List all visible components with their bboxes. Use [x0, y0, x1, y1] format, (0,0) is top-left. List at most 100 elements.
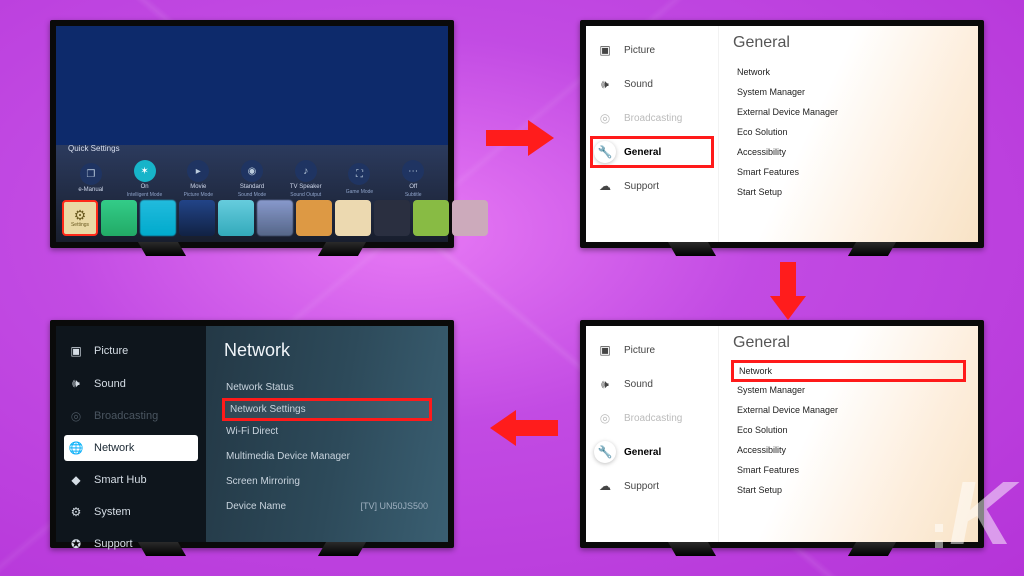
qs-label: Standard	[240, 184, 264, 190]
option-wifi-direct[interactable]: Wi-Fi Direct	[224, 419, 430, 444]
settings-main-panel: General Network System Manager External …	[718, 26, 978, 242]
arrow-left-icon	[490, 410, 558, 446]
option-eco-solution[interactable]: Eco Solution	[733, 420, 964, 440]
gear-icon: ⚙	[68, 505, 84, 519]
option-network-settings-highlighted[interactable]: Network Settings	[224, 400, 430, 419]
qs-item-sound-mode[interactable]: ◉StandardSound Mode	[229, 160, 275, 198]
qs-label: e-Manual	[78, 187, 103, 193]
broadcast-icon: ◎	[594, 107, 616, 129]
option-accessibility[interactable]: Accessibility	[733, 440, 964, 460]
qs-item-picture-mode[interactable]: ▸MoviePicture Mode	[175, 160, 221, 198]
broadcast-icon: ◎	[68, 409, 84, 423]
broadcast-icon: ◎	[594, 407, 616, 429]
app-tile[interactable]	[179, 200, 215, 236]
qs-item-intelligent-mode[interactable]: ✶OnIntelligent Mode	[122, 160, 168, 198]
sound-icon: 🕪	[68, 376, 84, 391]
sidebar-item-general-highlighted[interactable]: 🔧General	[592, 138, 712, 166]
option-smart-features[interactable]: Smart Features	[733, 460, 964, 480]
tv-step-2-general-highlighted: ▣Picture 🕪Sound ◎Broadcasting 🔧General ☁…	[580, 20, 984, 248]
app-tile[interactable]	[335, 200, 371, 236]
smarthub-icon: ◆	[68, 473, 84, 487]
sidebar-item-picture[interactable]: ▣Picture	[592, 336, 712, 364]
qs-item-subtitle[interactable]: ⋯OffSubtitle	[390, 160, 436, 198]
sidebar-item-support[interactable]: ✪Support	[64, 531, 198, 557]
qs-label: Off	[409, 184, 417, 190]
qs-label: TV Speaker	[290, 184, 322, 190]
option-network[interactable]: Network	[733, 62, 964, 82]
settings-main-panel: Network Network Status Network Settings …	[206, 326, 448, 542]
tv-step-4-network-settings: ▣Picture 🕪Sound ◎Broadcasting 🌐Network ◆…	[50, 320, 454, 548]
app-tile[interactable]	[296, 200, 332, 236]
sidebar-item-broadcasting[interactable]: ◎Broadcasting	[592, 404, 712, 432]
option-screen-mirroring[interactable]: Screen Mirroring	[224, 469, 430, 494]
settings-sidebar: ▣Picture 🕪Sound ◎Broadcasting 🔧General ☁…	[586, 26, 718, 242]
qs-item-game-mode[interactable]: ⛶Game Mode	[337, 163, 383, 195]
panel-title: General	[733, 334, 964, 352]
settings-sidebar: ▣Picture 🕪Sound ◎Broadcasting 🔧General ☁…	[586, 326, 718, 542]
support-icon: ☁	[594, 175, 616, 197]
option-smart-features[interactable]: Smart Features	[733, 162, 964, 182]
picture-icon: ▣	[594, 339, 616, 361]
option-external-device-manager[interactable]: External Device Manager	[733, 400, 964, 420]
gear-icon: ⚙	[74, 208, 87, 222]
arrow-right-icon	[486, 120, 554, 156]
option-system-manager[interactable]: System Manager	[733, 82, 964, 102]
app-tile[interactable]	[101, 200, 137, 236]
qs-item-emanual[interactable]: ❐e-Manual	[68, 163, 114, 195]
app-tile[interactable]	[413, 200, 449, 236]
globe-icon: 🌐	[68, 441, 84, 455]
app-tile[interactable]	[257, 200, 293, 236]
sidebar-item-sound[interactable]: 🕪Sound	[592, 70, 712, 98]
sidebar-item-network[interactable]: 🌐Network	[64, 435, 198, 461]
app-tile[interactable]	[140, 200, 176, 236]
option-start-setup[interactable]: Start Setup	[733, 182, 964, 202]
support-icon: ✪	[68, 537, 84, 551]
panel-title: General	[733, 34, 964, 52]
option-external-device-manager[interactable]: External Device Manager	[733, 102, 964, 122]
qs-label: On	[141, 184, 149, 190]
sidebar-item-general[interactable]: 🔧General	[592, 438, 712, 466]
sidebar-item-broadcasting[interactable]: ◎Broadcasting	[592, 104, 712, 132]
picture-icon: ▣	[68, 344, 84, 358]
sidebar-item-broadcasting[interactable]: ◎Broadcasting	[64, 403, 198, 429]
app-tile[interactable]	[218, 200, 254, 236]
option-eco-solution[interactable]: Eco Solution	[733, 122, 964, 142]
settings-tile-highlighted[interactable]: ⚙ Settings	[62, 200, 98, 236]
panel-title: Network	[224, 340, 430, 361]
sound-icon: 🕪	[594, 73, 616, 95]
app-tile[interactable]	[452, 200, 488, 236]
option-accessibility[interactable]: Accessibility	[733, 142, 964, 162]
sidebar-item-smart-hub[interactable]: ◆Smart Hub	[64, 467, 198, 493]
sidebar-item-support[interactable]: ☁Support	[592, 472, 712, 500]
sidebar-item-picture[interactable]: ▣Picture	[592, 36, 712, 64]
option-device-name[interactable]: Device Name[TV] UN50JS500	[224, 494, 430, 519]
tv-step-3-network-highlighted: ▣Picture 🕪Sound ◎Broadcasting 🔧General ☁…	[580, 320, 984, 548]
option-network-highlighted[interactable]: Network	[733, 362, 964, 380]
sound-icon: 🕪	[594, 373, 616, 395]
settings-sidebar: ▣Picture 🕪Sound ◎Broadcasting 🌐Network ◆…	[56, 326, 206, 542]
arrow-down-icon	[770, 262, 806, 320]
option-start-setup[interactable]: Start Setup	[733, 480, 964, 500]
tv-step-1-quick-settings: Quick Settings ❐e-Manual ✶OnIntelligent …	[50, 20, 454, 248]
quick-settings-title: Quick Settings	[68, 144, 120, 153]
sidebar-item-system[interactable]: ⚙System	[64, 499, 198, 525]
settings-main-panel: General Network System Manager External …	[718, 326, 978, 542]
app-tile[interactable]	[374, 200, 410, 236]
sidebar-item-sound[interactable]: 🕪Sound	[64, 370, 198, 397]
option-network-status[interactable]: Network Status	[224, 375, 430, 400]
device-name-value: [TV] UN50JS500	[360, 501, 428, 512]
support-icon: ☁	[594, 475, 616, 497]
option-multimedia-device-manager[interactable]: Multimedia Device Manager	[224, 444, 430, 469]
sidebar-item-support[interactable]: ☁Support	[592, 172, 712, 200]
wrench-icon: 🔧	[594, 141, 616, 163]
picture-icon: ▣	[594, 39, 616, 61]
qs-label: Movie	[190, 184, 206, 190]
sidebar-item-sound[interactable]: 🕪Sound	[592, 370, 712, 398]
option-system-manager[interactable]: System Manager	[733, 380, 964, 400]
quick-settings-row: ❐e-Manual ✶OnIntelligent Mode ▸MoviePict…	[56, 156, 448, 202]
wrench-icon: 🔧	[594, 441, 616, 463]
sidebar-item-picture[interactable]: ▣Picture	[64, 338, 198, 364]
qs-item-sound-output[interactable]: ♪TV SpeakerSound Output	[283, 160, 329, 198]
settings-tile-label: Settings	[71, 222, 89, 228]
app-tiles-row: ⚙ Settings	[56, 200, 448, 236]
